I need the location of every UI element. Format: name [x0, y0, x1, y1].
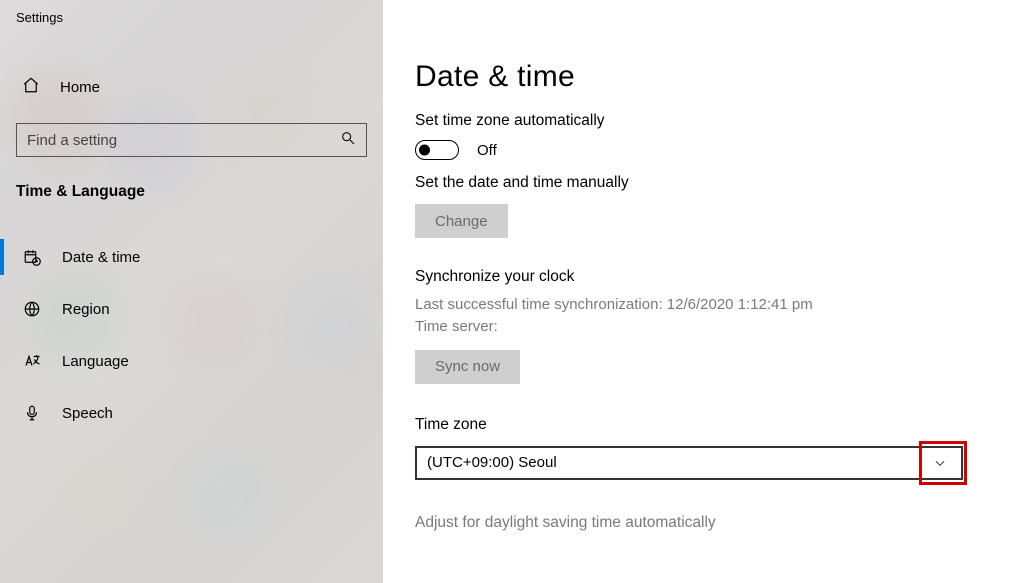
main-content: Date & time Set time zone automatically …: [383, 0, 1024, 583]
chevron-down-icon[interactable]: [923, 446, 957, 480]
search-input[interactable]: Find a setting: [16, 123, 367, 157]
timezone-label: Time zone: [415, 416, 1024, 434]
sync-now-button[interactable]: Sync now: [415, 350, 520, 384]
microphone-icon: [22, 404, 42, 422]
sync-last-value: 12/6/2020 1:12:41 pm: [667, 296, 813, 313]
window-title: Settings: [0, 0, 383, 25]
timezone-select[interactable]: (UTC+09:00) Seoul: [415, 446, 963, 480]
sidebar-home-label: Home: [60, 79, 100, 96]
search-icon: [340, 130, 356, 150]
dst-label: Adjust for daylight saving time automati…: [415, 514, 1024, 532]
sync-title: Synchronize your clock: [415, 268, 1024, 286]
toggle-knob: [419, 145, 430, 156]
auto-timezone-toggle[interactable]: [415, 140, 459, 160]
sidebar-item-region[interactable]: Region: [0, 283, 383, 335]
manual-datetime-label: Set the date and time manually: [415, 174, 1024, 192]
sidebar-item-label: Speech: [62, 405, 113, 422]
auto-timezone-state: Off: [477, 142, 497, 159]
sync-server-label: Time server:: [415, 318, 498, 335]
sidebar-item-label: Language: [62, 353, 129, 370]
change-button[interactable]: Change: [415, 204, 508, 238]
language-icon: [22, 352, 42, 370]
sidebar-item-label: Region: [62, 301, 110, 318]
page-title: Date & time: [415, 60, 1024, 94]
sidebar-item-date-time[interactable]: Date & time: [0, 231, 383, 283]
sync-last-label: Last successful time synchronization:: [415, 296, 663, 313]
section-title: Time & Language: [0, 157, 383, 219]
auto-timezone-label: Set time zone automatically: [415, 112, 1024, 130]
search-placeholder: Find a setting: [27, 132, 340, 149]
globe-icon: [22, 300, 42, 318]
home-icon: [22, 76, 40, 98]
sidebar-item-label: Date & time: [62, 249, 140, 266]
sidebar-item-speech[interactable]: Speech: [0, 387, 383, 439]
clock-calendar-icon: [22, 248, 42, 266]
sidebar: Settings Home Find a setting Time & Lang…: [0, 0, 383, 583]
sidebar-item-language[interactable]: Language: [0, 335, 383, 387]
sidebar-home[interactable]: Home: [0, 73, 383, 101]
timezone-value: (UTC+09:00) Seoul: [427, 454, 557, 471]
